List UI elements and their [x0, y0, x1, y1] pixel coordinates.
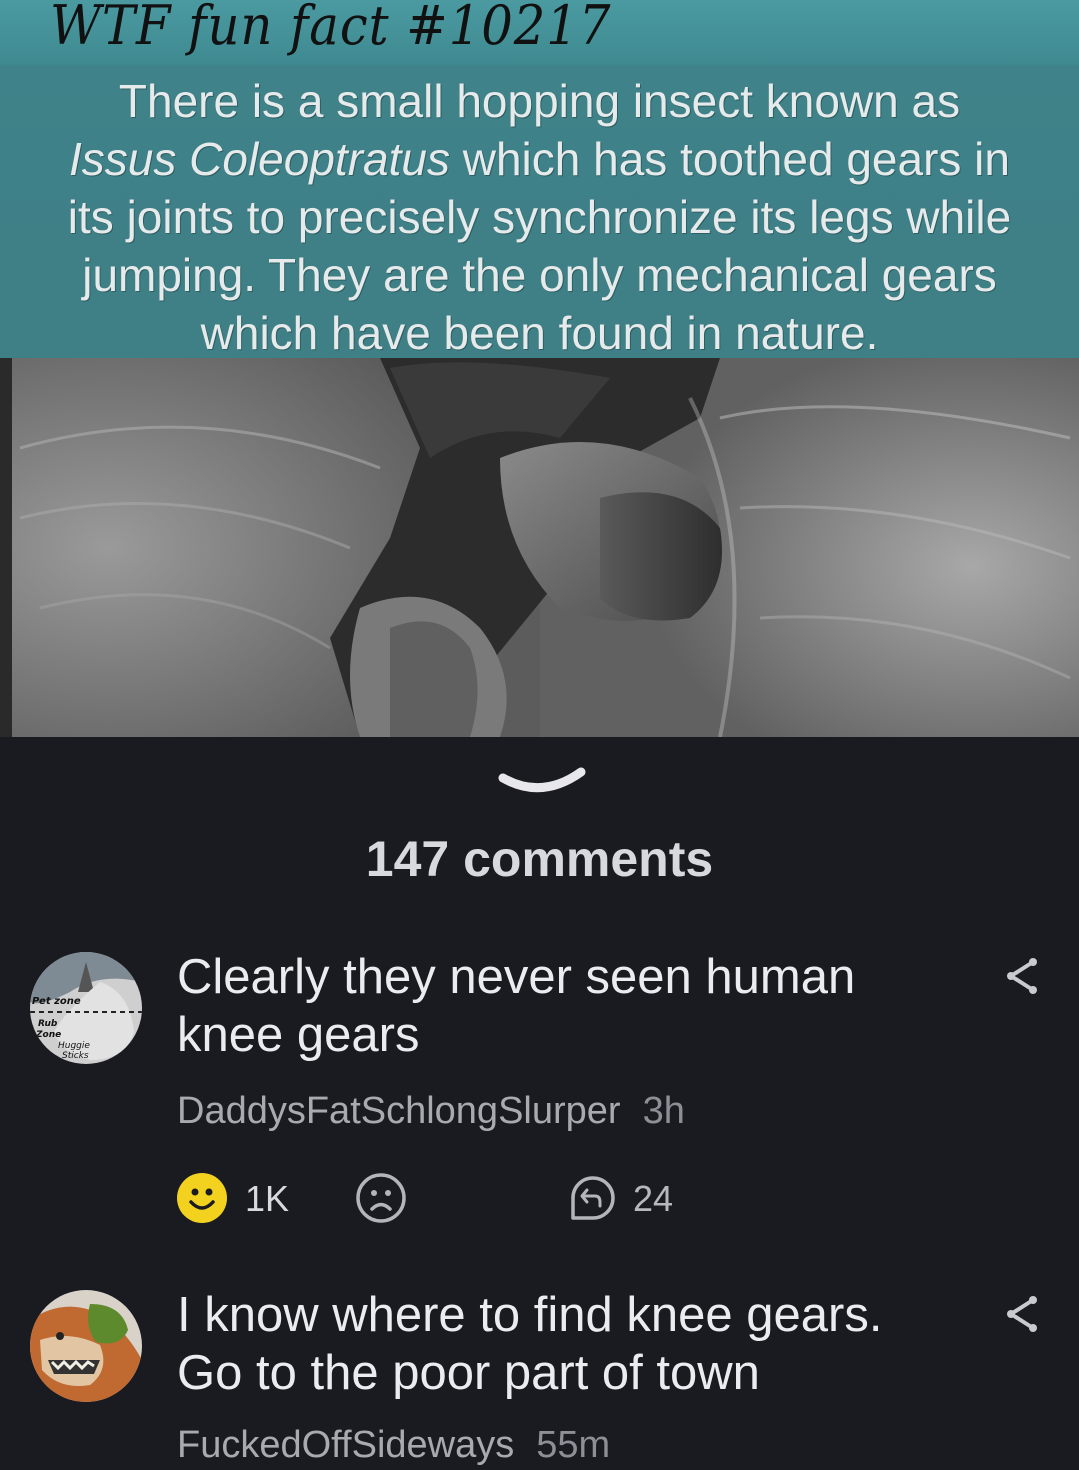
smile-react-icon[interactable]: [176, 1172, 228, 1224]
fact-line-1: There is a small hopping insect known as: [118, 75, 961, 127]
post-image[interactable]: WTF fun fact #10217 There is a small hop…: [0, 0, 1079, 737]
avatar[interactable]: [30, 1290, 142, 1402]
fact-line-2: Issus Coleoptratus which has toothed gea…: [4, 130, 1075, 188]
species-name: Issus Coleoptratus: [69, 133, 450, 185]
fact-line-3: its joints to precisely synchronize its …: [67, 191, 1012, 243]
fact-line-4: jumping. They are the only mechanical ge…: [82, 249, 997, 301]
avatar-text-huggie: Huggie: [58, 1041, 90, 1051]
avatar-text-sticks: Sticks: [62, 1051, 89, 1061]
comment-text-line-1: Clearly they never seen human: [177, 950, 856, 1004]
avatar-text-rub: Rub: [38, 1019, 58, 1029]
frown-react-icon[interactable]: [355, 1172, 407, 1224]
comment-text-line-2: Go to the poor part of town: [177, 1346, 760, 1400]
comment-actions: 1K 24: [0, 1172, 1079, 1228]
comment-author[interactable]: FuckedOffSideways: [177, 1424, 514, 1466]
comment-text: Clearly they never seen human knee gears: [177, 948, 937, 1064]
comment-meta: DaddysFatSchlongSlurper 3h: [177, 1090, 685, 1133]
meme-title: WTF fun fact #10217: [50, 0, 612, 57]
comment-author[interactable]: DaddysFatSchlongSlurper: [177, 1090, 621, 1132]
comment-timestamp: 55m: [536, 1424, 611, 1466]
like-count: 1K: [245, 1178, 290, 1219]
avatar[interactable]: Pet zone Rub Zone Huggie Sticks: [30, 952, 142, 1064]
reply-icon[interactable]: [565, 1172, 619, 1226]
reply-count: 24: [633, 1178, 674, 1219]
fact-line-2-rest: which has toothed gears in: [449, 133, 1010, 185]
meme-fact-text: There is a small hopping insect known as…: [4, 72, 1075, 362]
avatar-text-zone: Zone: [35, 1030, 61, 1040]
comment-timestamp: 3h: [642, 1090, 685, 1132]
meme-caption-panel: WTF fun fact #10217 There is a small hop…: [0, 0, 1079, 359]
chevron-down-icon[interactable]: [497, 766, 587, 806]
comment-count-heading: 147 comments: [365, 831, 714, 887]
comment-text: I know where to find knee gears. Go to t…: [177, 1286, 937, 1402]
gear-micrograph-photo: [0, 358, 1079, 737]
avatar-text-pet-zone: Pet zone: [32, 996, 81, 1007]
share-icon[interactable]: [1003, 956, 1043, 996]
comment-meta: FuckedOffSideways 55m: [177, 1424, 610, 1467]
fact-line-5: which have been found in nature.: [200, 307, 879, 359]
comment-text-line-1: I know where to find knee gears.: [177, 1288, 883, 1342]
comment-text-line-2: knee gears: [177, 1008, 420, 1062]
share-icon[interactable]: [1003, 1294, 1043, 1334]
